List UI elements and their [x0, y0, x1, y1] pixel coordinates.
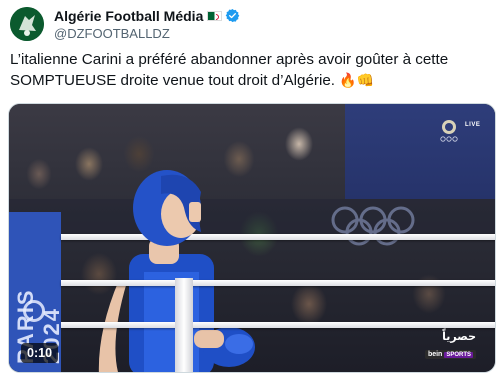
- tweet-header: Algérie Football Média @DZFOOTBALLDZ: [10, 6, 240, 42]
- display-name[interactable]: Algérie Football Média: [54, 8, 203, 24]
- verified-badge-icon: [226, 8, 240, 23]
- broadcaster-watermark: حصرياً bein SPORTS: [424, 330, 476, 361]
- tweet-text-line-2-content: SOMPTUEUSE droite venue tout droit d’Alg…: [10, 72, 335, 89]
- ring-corner-post: [175, 278, 193, 372]
- ring-rope-bottom: [61, 322, 495, 328]
- avatar-logo-icon: [10, 7, 44, 41]
- bein-sports-logo-icon: bein SPORTS: [424, 350, 476, 359]
- paris-2024-logo-icon: [440, 120, 458, 142]
- video-player[interactable]: LIVE PARIS 2024 حصرياً bein SPORTS 0:10: [8, 103, 496, 373]
- side-banner-emblem-icon: [23, 300, 45, 322]
- arena-backdrop: [345, 104, 495, 199]
- fire-fist-emoji: 🔥👊: [339, 72, 375, 88]
- algeria-flag-icon: [207, 10, 223, 21]
- tweet-text-line-2: SOMPTUEUSE droite venue tout droit d’Alg…: [10, 70, 490, 91]
- watermark-arabic-text: حصرياً: [442, 331, 476, 343]
- tweet-text: L’italienne Carini a préféré abandonner …: [10, 49, 490, 91]
- video-duration-badge: 0:10: [21, 343, 59, 363]
- watermark-brand-sub: SPORTS: [444, 351, 473, 358]
- account-names: Algérie Football Média @DZFOOTBALLDZ: [54, 7, 240, 42]
- tweet-text-line-1: L’italienne Carini a préféré abandonner …: [10, 51, 449, 68]
- avatar[interactable]: [10, 7, 44, 41]
- olympic-rings-icon: [331, 206, 415, 246]
- account-handle[interactable]: @DZFOOTBALLDZ: [54, 25, 240, 42]
- ring-rope-middle: [61, 280, 495, 286]
- live-label: LIVE: [465, 122, 481, 128]
- watermark-brand: bein: [427, 351, 443, 358]
